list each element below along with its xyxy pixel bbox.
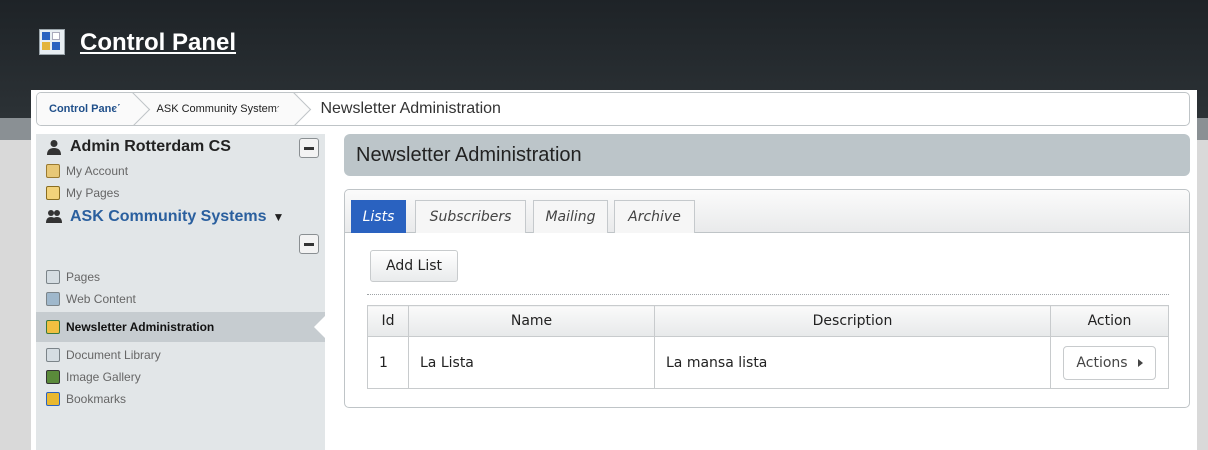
sidebar-item-newsletter[interactable]: Newsletter Administration [36,312,326,342]
column-header-id[interactable]: Id [367,305,409,337]
table-row: 1 La Lista La mansa lista Actions [367,336,1169,389]
sidebar-item-label: Pages [66,270,101,284]
tab-lists[interactable]: Lists [351,200,406,233]
sidebar-item-label: My Pages [66,186,120,200]
tab-mailing[interactable]: Mailing [533,200,608,233]
add-list-button[interactable]: Add List [370,250,458,282]
user-name: Admin Rotterdam CS [70,138,231,155]
breadcrumb-control-panel[interactable]: Control Panel [37,93,137,125]
column-header-action: Action [1050,305,1169,337]
page-title: Newsletter Administration [344,134,1190,176]
tab-subscribers[interactable]: Subscribers [415,200,526,233]
actions-button[interactable]: Actions [1063,345,1156,380]
breadcrumb: Control Panel ASK Community Systems News… [36,92,1190,126]
tab-bar: Lists Subscribers Mailing Archive [345,190,1189,233]
table-header-row: Id Name Description Action [367,305,1169,337]
sidebar-item-label: Document Library [66,348,161,362]
sidebar-item-bookmarks[interactable]: Bookmarks [36,388,325,410]
collapse-user-button[interactable] [299,138,319,158]
web-content-icon [46,292,60,306]
breadcrumb-current: Newsletter Administration [320,100,501,117]
sidebar-item-document-library[interactable]: Document Library [36,344,325,366]
sidebar-item-web-content[interactable]: Web Content [36,288,325,310]
account-icon [46,164,60,178]
tab-archive[interactable]: Archive [614,200,695,233]
user-section-header: Admin Rotterdam CS [36,134,325,160]
site-collapse-row [36,230,325,256]
column-header-name[interactable]: Name [408,305,655,337]
collapse-site-button[interactable] [299,234,319,254]
sidebar: Admin Rotterdam CS My Account My Pages A… [36,134,326,450]
sidebar-item-my-account[interactable]: My Account [36,160,325,182]
newsletter-portlet: Lists Subscribers Mailing Archive Add Li… [344,189,1190,408]
pages-list-icon [46,270,60,284]
sidebar-item-label: Web Content [66,292,136,306]
control-panel-logo-icon [39,29,65,55]
breadcrumb-site[interactable]: ASK Community Systems [136,93,299,125]
dropdown-caret-icon: ▼ [272,210,285,224]
column-header-description[interactable]: Description [654,305,1051,337]
image-gallery-icon [46,370,60,384]
cell-id: 1 [367,336,409,389]
sidebar-item-image-gallery[interactable]: Image Gallery [36,366,325,388]
sidebar-item-pages[interactable]: Pages [36,266,325,288]
sidebar-item-my-pages[interactable]: My Pages [36,182,325,204]
actions-label: Actions [1076,354,1128,371]
site-selector[interactable]: ASK Community Systems ▼ [36,204,325,230]
pages-icon [46,186,60,200]
main-content: Newsletter Administration Lists Subscrib… [344,134,1190,450]
app-title[interactable]: Control Panel [80,29,236,57]
bookmarks-icon [46,392,60,406]
community-icon [46,210,62,223]
divider [367,294,1169,295]
user-icon [47,140,61,155]
sidebar-item-label: Image Gallery [66,370,141,384]
sidebar-item-label: My Account [66,164,129,178]
cell-description: La mansa lista [654,336,1051,389]
sidebar-item-label: Bookmarks [66,392,127,406]
newsletter-icon [46,320,60,334]
chevron-right-icon [1137,358,1143,367]
site-name: ASK Community Systems [70,208,267,225]
cell-action: Actions [1050,336,1169,389]
sidebar-item-label: Newsletter Administration [66,320,215,334]
lists-table: Id Name Description Action 1 La Lista La… [367,305,1169,389]
cell-name: La Lista [408,336,655,389]
document-library-icon [46,348,60,362]
